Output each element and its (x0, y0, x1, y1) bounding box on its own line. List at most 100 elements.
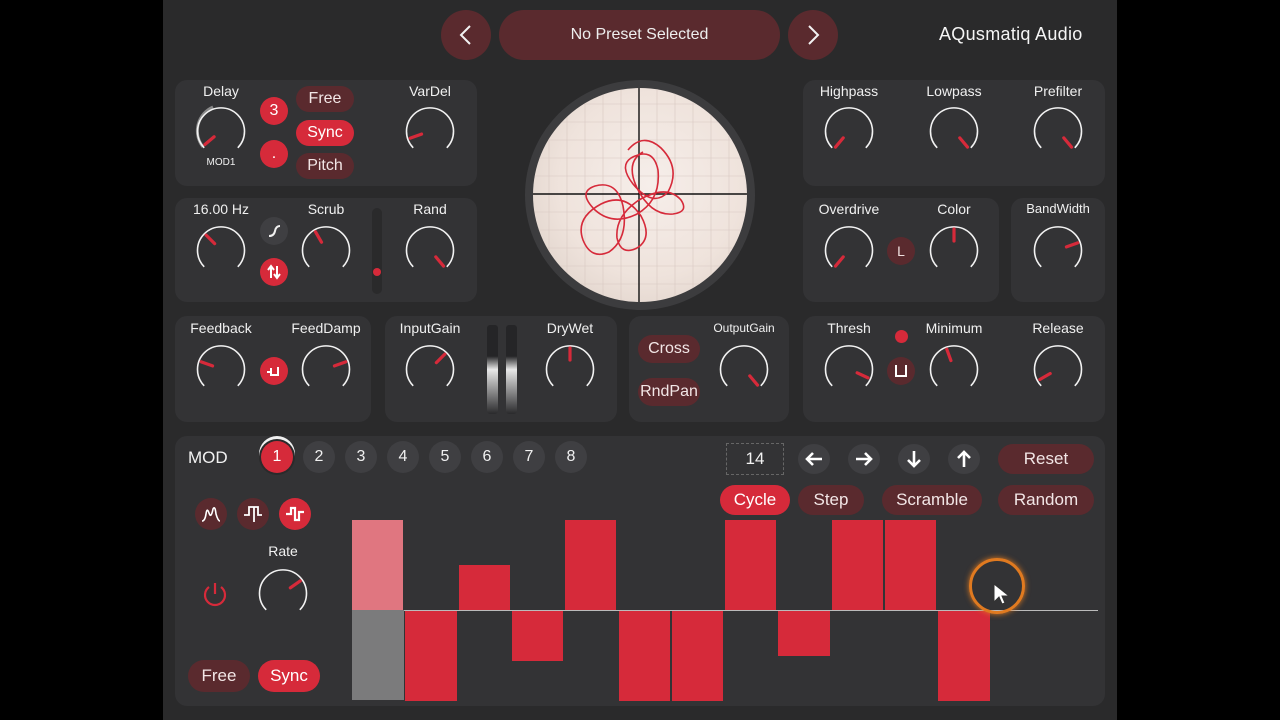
sequencer-step-7[interactable] (671, 611, 724, 701)
overdrive-knob[interactable] (819, 220, 879, 280)
scramble-button[interactable]: Scramble (882, 485, 982, 515)
highpass-knob[interactable] (819, 101, 879, 161)
minimum-knob[interactable] (924, 339, 984, 399)
sequencer-step-2[interactable] (405, 611, 457, 701)
next-preset-button[interactable] (788, 10, 838, 60)
drywet-knob[interactable] (540, 339, 600, 399)
swap-arrows-icon (267, 264, 281, 280)
bandwidth-knob[interactable] (1028, 220, 1088, 280)
knob-dial (929, 345, 979, 387)
scrub-slider-handle[interactable] (373, 268, 381, 276)
shift-up-button[interactable] (948, 444, 980, 474)
lowpass-knob[interactable] (924, 101, 984, 161)
shift-left-button[interactable] (798, 444, 830, 474)
square-wave-icon (244, 506, 262, 522)
scrub-knob[interactable] (296, 220, 356, 280)
knob-dial (301, 226, 351, 268)
knob-dial (1033, 107, 1083, 149)
knob-dial (196, 345, 246, 387)
sequencer-step-1[interactable] (352, 520, 404, 610)
mod-slot-5[interactable]: 5 (429, 441, 461, 473)
sequencer-step-12[interactable] (938, 611, 990, 701)
sequencer-step-6[interactable] (618, 611, 670, 701)
shift-right-button[interactable] (848, 444, 880, 474)
prefilter-knob[interactable] (1028, 101, 1088, 161)
sequencer-step-10[interactable] (831, 520, 883, 610)
knob-dial (824, 226, 874, 268)
knob-dial (1033, 226, 1083, 268)
feedback-knob[interactable] (191, 339, 251, 399)
random-button[interactable]: Random (998, 485, 1094, 515)
dotted-button[interactable]: . (260, 140, 288, 168)
color-knob[interactable] (924, 220, 984, 280)
lfo-rate-knob[interactable] (191, 220, 251, 280)
knob-dial (929, 107, 979, 149)
gate-mode-button[interactable] (887, 357, 915, 385)
thresh-knob[interactable] (819, 339, 879, 399)
input-meter-right (506, 325, 517, 414)
inputgain-label: InputGain (399, 320, 461, 336)
link-button[interactable]: L (887, 237, 915, 265)
mod-slot-7[interactable]: 7 (513, 441, 545, 473)
mod-slot-6[interactable]: 6 (471, 441, 503, 473)
delay-knob[interactable] (191, 101, 251, 161)
sequencer-step-5[interactable] (565, 520, 617, 610)
scope-screen (533, 88, 747, 302)
knob-dial (405, 226, 455, 268)
release-knob[interactable] (1028, 339, 1088, 399)
curve-icon (268, 225, 281, 237)
rand-label: Rand (413, 201, 447, 217)
prev-preset-button[interactable] (441, 10, 491, 60)
sync-button[interactable]: Sync (296, 120, 354, 146)
knob-dial (545, 345, 595, 387)
release-label: Release (1032, 320, 1084, 336)
inputgain-knob[interactable] (400, 339, 460, 399)
sequencer-step-9[interactable] (778, 611, 830, 656)
feedback-mode-button[interactable] (260, 357, 288, 385)
shift-down-button[interactable] (898, 444, 930, 474)
curve-button[interactable] (260, 217, 288, 245)
scrub-slider-track[interactable] (372, 208, 382, 294)
swap-button[interactable] (260, 258, 288, 286)
sequencer-step-8[interactable] (725, 520, 777, 610)
mod-rate-knob[interactable] (253, 563, 313, 623)
step-wave-icon (286, 506, 304, 522)
vardel-knob[interactable] (400, 101, 460, 161)
preset-name: No Preset Selected (570, 26, 709, 43)
smooth-wave-icon (201, 507, 221, 522)
cross-button[interactable]: Cross (638, 335, 700, 363)
mod-slot-1[interactable]: 1 (261, 441, 293, 473)
preset-display[interactable]: No Preset Selected (499, 10, 780, 60)
shape-step-button[interactable] (279, 498, 311, 530)
sequencer-step-4[interactable] (511, 611, 564, 661)
sequencer-step-11[interactable] (885, 520, 937, 610)
shape-smooth-button[interactable] (195, 498, 227, 530)
mod-sync-button[interactable]: Sync (258, 660, 320, 692)
mod-power-button[interactable] (199, 578, 231, 610)
mod-slot-4[interactable]: 4 (387, 441, 419, 473)
lowpass-label: Lowpass (926, 83, 982, 99)
brand-logo: AQusmatiq Audio (939, 24, 1083, 44)
mod-slot-3[interactable]: 3 (345, 441, 377, 473)
sequencer-step-3[interactable] (458, 565, 510, 610)
step-count-box[interactable]: 14 (726, 443, 784, 475)
step-sequencer[interactable] (352, 520, 1099, 702)
reset-button[interactable]: Reset (998, 444, 1094, 474)
outputgain-knob[interactable] (714, 339, 774, 399)
division-button[interactable]: 3 (260, 97, 288, 125)
feeddamp-knob[interactable] (296, 339, 356, 399)
pitch-button[interactable]: Pitch (296, 153, 354, 179)
step-button[interactable]: Step (798, 485, 864, 515)
feeddamp-label: FeedDamp (291, 320, 361, 336)
rand-knob[interactable] (400, 220, 460, 280)
rndpan-button[interactable]: RndPan (638, 378, 700, 406)
knob-dial (405, 345, 455, 387)
cycle-button[interactable]: Cycle (720, 485, 790, 515)
free-button[interactable]: Free (296, 86, 354, 112)
mod-slot-8[interactable]: 8 (555, 441, 587, 473)
mod-slot-2[interactable]: 2 (303, 441, 335, 473)
bandwidth-label: BandWidth (1026, 201, 1090, 216)
mod-free-button[interactable]: Free (188, 660, 250, 692)
shape-square-button[interactable] (237, 498, 269, 530)
knob-dial (929, 226, 979, 268)
